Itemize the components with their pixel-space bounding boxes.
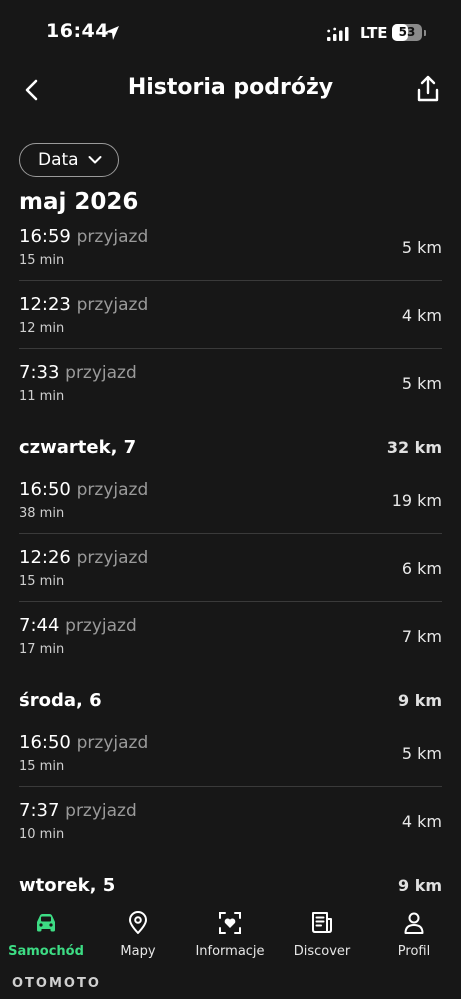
- location-arrow-icon: [105, 26, 119, 40]
- signal-icon: [327, 27, 349, 41]
- trip-type: przyjazd: [76, 295, 149, 315]
- trip-type: przyjazd: [76, 229, 149, 247]
- trip-duration: 38 min: [19, 506, 65, 521]
- trip-row[interactable]: 16:50 przyjazd 15 min 5 km: [19, 719, 442, 787]
- trip-list-content: 16:59 przyjazd 15 min 5 km 12:23 przyjazd 12…: [0, 229, 461, 904]
- trip-distance: 4 km: [401, 306, 442, 325]
- status-bar: 16:44 LTE 53: [0, 0, 461, 70]
- tab-label: Samochód: [8, 944, 84, 959]
- day-total-distance: 9 km: [397, 876, 442, 895]
- trip-distance: 19 km: [391, 491, 442, 510]
- battery-icon: 53: [392, 24, 422, 41]
- tab-mapy[interactable]: Mapy: [92, 910, 184, 959]
- trip-list[interactable]: 16:59 przyjazd 15 min 5 km 12:23 przyjazd 12…: [0, 229, 461, 904]
- trip-duration: 15 min: [19, 253, 65, 268]
- tab-label: Informacje: [195, 944, 265, 959]
- trip-row[interactable]: 7:37 przyjazd 10 min 4 km: [19, 787, 442, 854]
- trip-time: 16:50: [19, 479, 71, 500]
- day-label: wtorek, 5: [19, 875, 116, 896]
- trip-duration: 11 min: [19, 389, 65, 404]
- day-total-distance: 9 km: [397, 691, 442, 710]
- trip-type: przyjazd: [65, 801, 137, 821]
- battery-level: 53: [398, 25, 416, 39]
- trip-distance: 5 km: [401, 744, 442, 763]
- tab-samochod[interactable]: Samochód: [0, 910, 92, 959]
- person-icon: [404, 912, 424, 934]
- trip-duration: 10 min: [19, 827, 65, 842]
- trip-distance: 5 km: [401, 374, 442, 393]
- trip-type: przyjazd: [65, 616, 137, 636]
- trip-type: przyjazd: [76, 733, 149, 753]
- day-label: środa, 6: [19, 690, 102, 711]
- trip-time: 7:37: [19, 800, 60, 821]
- trip-time-line: 16:59 przyjazd: [19, 229, 148, 247]
- tab-informacje[interactable]: Informacje: [184, 910, 276, 959]
- trip-row[interactable]: 12:23 przyjazd 12 min 4 km: [19, 281, 442, 349]
- trip-distance: 5 km: [401, 238, 442, 257]
- nav-header: Historia podróży: [0, 70, 461, 110]
- trip-distance: 6 km: [401, 559, 442, 578]
- trip-type: przyjazd: [76, 548, 149, 568]
- trip-time: 7:33: [19, 362, 60, 383]
- trip-time: 7:44: [19, 615, 60, 636]
- trip-time-line: 7:33 przyjazd: [19, 362, 137, 383]
- news-icon: [312, 912, 332, 933]
- day-label: czwartek, 7: [19, 437, 137, 458]
- tab-label: Discover: [293, 944, 351, 959]
- car-icon: [37, 914, 55, 932]
- day-header: czwartek, 7 32 km: [19, 437, 442, 466]
- watermark-logo: OTOMOTO: [12, 976, 101, 991]
- trip-duration: 15 min: [19, 759, 65, 774]
- trip-time: 16:59: [19, 229, 71, 247]
- chevron-down-icon: [88, 156, 102, 164]
- trip-distance: 4 km: [401, 812, 442, 831]
- trip-row[interactable]: 7:33 przyjazd 11 min 5 km: [19, 349, 442, 416]
- trip-type: przyjazd: [76, 480, 149, 500]
- trip-time-line: 12:23 przyjazd: [19, 294, 148, 315]
- trip-time-line: 7:37 przyjazd: [19, 800, 137, 821]
- trip-time-line: 16:50 przyjazd: [19, 732, 148, 753]
- day-header: wtorek, 5 9 km: [19, 875, 442, 904]
- day-total-distance: 32 km: [386, 438, 442, 457]
- tab-discover[interactable]: Discover: [276, 910, 368, 959]
- map-pin-icon: [129, 911, 147, 934]
- status-time: 16:44: [46, 20, 109, 42]
- trip-row[interactable]: 16:59 przyjazd 15 min 5 km: [19, 229, 442, 281]
- trip-duration: 17 min: [19, 642, 65, 657]
- trip-row[interactable]: 12:26 przyjazd 15 min 6 km: [19, 534, 442, 602]
- trip-row[interactable]: 16:50 przyjazd 38 min 19 km: [19, 466, 442, 534]
- share-button[interactable]: [414, 74, 442, 104]
- trip-time-line: 7:44 przyjazd: [19, 615, 137, 636]
- date-filter-label: Data: [38, 150, 79, 170]
- heart-frame-icon: [219, 912, 241, 934]
- network-type: LTE: [360, 24, 388, 42]
- trip-distance: 7 km: [401, 627, 442, 646]
- trip-time-line: 12:26 przyjazd: [19, 547, 148, 568]
- tab-profil[interactable]: Profil: [368, 910, 460, 959]
- tab-label: Mapy: [120, 944, 156, 959]
- day-header: środa, 6 9 km: [19, 690, 442, 719]
- battery-nub: [424, 30, 426, 36]
- trip-row[interactable]: 7:44 przyjazd 17 min 7 km: [19, 602, 442, 669]
- trip-time: 12:23: [19, 294, 71, 315]
- trip-time-line: 16:50 przyjazd: [19, 479, 148, 500]
- month-title: maj 2026: [19, 189, 139, 215]
- page-title: Historia podróży: [127, 75, 334, 100]
- trip-duration: 15 min: [19, 574, 65, 589]
- date-filter-dropdown[interactable]: Data: [19, 143, 119, 177]
- trip-duration: 12 min: [19, 321, 65, 336]
- trip-time: 12:26: [19, 547, 71, 568]
- trip-type: przyjazd: [65, 363, 137, 383]
- tab-label: Profil: [397, 944, 431, 959]
- trip-time: 16:50: [19, 732, 71, 753]
